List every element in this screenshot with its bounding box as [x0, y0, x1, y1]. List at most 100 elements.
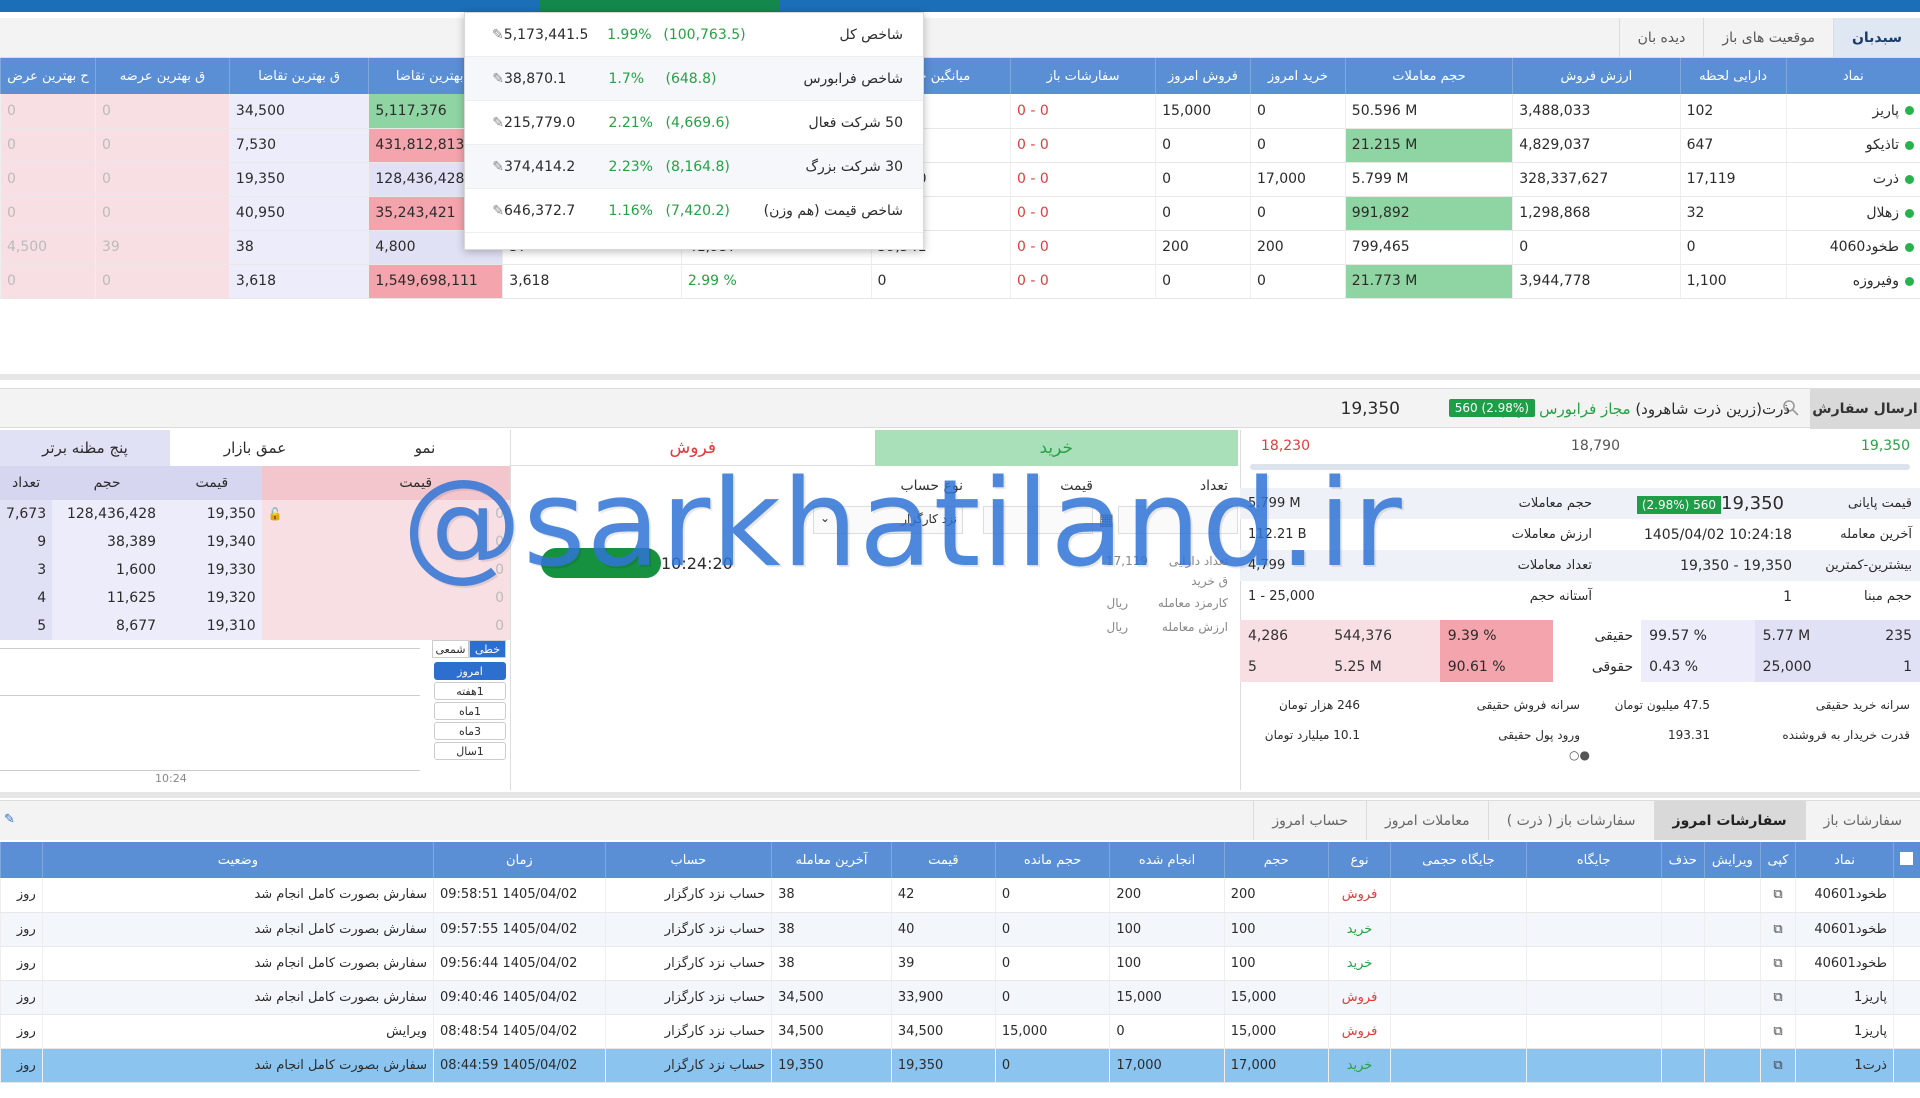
order-row[interactable]: طخود40601 ⧉ خرید 100 100 0 39 38 حساب نزد کارگزا…	[0, 946, 1920, 981]
copy-cell[interactable]: ⧉	[1759, 946, 1796, 981]
row-checkbox[interactable]	[1892, 912, 1920, 947]
line-style-toggle[interactable]: خطی	[469, 640, 506, 658]
pager-dots[interactable]: ●○	[1569, 748, 1590, 762]
portfolio-row[interactable]: پاریز1023,488,03350.596 M015,0000 - 005,…	[0, 94, 1920, 129]
copy-icon[interactable]: ⧉	[1773, 922, 1782, 937]
account-type-select[interactable]: نزد کارگزار ⌄	[813, 506, 963, 534]
symbol-cell[interactable]: طخود4060	[1785, 230, 1920, 265]
col-sell-value[interactable]: ارزش فروش	[1512, 58, 1681, 94]
index-row[interactable]: 30 شرکت بزرگ (8,164.8) 2.23% 374,414.2 ✎	[465, 145, 923, 189]
period-button[interactable]: 1ماه	[434, 702, 506, 720]
tab-send-order[interactable]: ارسال سفارش	[1810, 389, 1920, 429]
tab-watchlist[interactable]: دیده بان	[1618, 18, 1704, 57]
index-row[interactable]: 50 شرکت فعال (4,669.6) 2.21% 215,779.0 ✎	[465, 101, 923, 145]
col-best-bid-price[interactable]: ق بهترین تقاضا	[228, 58, 369, 94]
delete-cell[interactable]	[1660, 912, 1705, 947]
order-book-row[interactable]: 0 19,320 11,625 4	[0, 584, 510, 612]
col-buy-today[interactable]: خرید امروز	[1249, 58, 1346, 94]
tab-top5[interactable]: پنج مظنه برتر	[0, 430, 170, 466]
index-row[interactable]: شاخص قیمت (هم وزن) (7,420.2) 1.16% 646,372.…	[465, 189, 923, 233]
pencil-icon[interactable]: ✎	[485, 115, 504, 131]
period-button[interactable]: 1سال	[434, 742, 506, 760]
col-volume[interactable]: حجم معاملات	[1344, 58, 1513, 94]
symbol-cell[interactable]: تاذیکو	[1785, 128, 1920, 163]
col-symbol[interactable]: نماد	[1785, 58, 1920, 94]
price-input[interactable]	[983, 506, 1093, 534]
col-position[interactable]: جایگاه	[1525, 842, 1662, 878]
order-row[interactable]: طخود40601 ⧉ فروش 200 200 0 42 38 حساب نزد کارگزا…	[0, 878, 1920, 913]
copy-cell[interactable]: ⧉	[1759, 1048, 1796, 1083]
copy-cell[interactable]: ⧉	[1759, 1014, 1796, 1049]
row-checkbox[interactable]	[1892, 1048, 1920, 1083]
select-all-checkbox[interactable]	[1892, 842, 1920, 878]
order-book-row[interactable]: 0 19,340 38,389 9	[0, 528, 510, 556]
edit-cell[interactable]	[1703, 946, 1761, 981]
portfolio-row[interactable]: طخود406000799,4652002000 - 039,54141,957…	[0, 230, 1920, 265]
send-buy-button[interactable]	[541, 548, 661, 578]
portfolio-row[interactable]: تاذیکو6474,829,03721.215 M000 - 00431,81…	[0, 128, 1920, 163]
delete-cell[interactable]	[1660, 878, 1705, 913]
copy-cell[interactable]: ⧉	[1759, 912, 1796, 947]
copy-icon[interactable]: ⧉	[1773, 1024, 1782, 1039]
pencil-icon[interactable]: ✎	[485, 71, 504, 87]
pencil-icon[interactable]: ✎	[485, 27, 504, 43]
row-checkbox[interactable]	[1892, 980, 1920, 1015]
tab-today-orders[interactable]: سفارشات امروز	[1653, 801, 1805, 840]
candle-style-toggle[interactable]: شمعی	[432, 640, 469, 658]
period-button[interactable]: امروز	[434, 662, 506, 680]
order-book-row[interactable]: 0 19,330 1,600 3	[0, 556, 510, 584]
portfolio-row[interactable]: زهلال321,298,868991,892000 - 0035,243,42…	[0, 196, 1920, 231]
order-row[interactable]: پاریز1 ⧉ فروش 15,000 15,000 0 33,900 34,500 حساب…	[0, 980, 1920, 1015]
symbol-cell[interactable]: پاریز	[1785, 94, 1920, 129]
row-checkbox[interactable]	[1892, 1014, 1920, 1049]
copy-cell[interactable]: ⧉	[1759, 980, 1796, 1015]
col-price[interactable]: قیمت	[890, 842, 996, 878]
pencil-icon[interactable]: ✎	[485, 203, 504, 219]
tab-open-orders[interactable]: سفارشات باز	[1804, 801, 1920, 840]
copy-icon[interactable]: ⧉	[1773, 1058, 1782, 1073]
tab-buy[interactable]: خرید	[874, 430, 1238, 466]
col-asset[interactable]: دارایی لحظه	[1679, 58, 1787, 94]
tab-today-account[interactable]: حساب امروز	[1253, 801, 1366, 840]
tab-nomodar[interactable]: نمو	[340, 430, 510, 466]
edit-cell[interactable]	[1703, 980, 1761, 1015]
col-last-trade[interactable]: آخرین معامله	[771, 842, 892, 878]
order-book-row[interactable]: 0 🔓 19,350 128,436,428 7,673	[0, 500, 510, 528]
qty-input[interactable]	[1118, 506, 1238, 534]
edit-cell[interactable]	[1703, 878, 1761, 913]
pencil-icon[interactable]: ✎	[4, 812, 15, 827]
calculator-icon[interactable]: ▦	[1099, 510, 1114, 529]
col-account[interactable]: حساب	[604, 842, 772, 878]
tab-sabadban[interactable]: سبدبان	[1832, 18, 1920, 57]
col-symbol[interactable]: نماد	[1795, 842, 1894, 878]
row-checkbox[interactable]	[1892, 878, 1920, 913]
portfolio-row[interactable]: وفیروزه 1,100 3,944,778 21.773 M000 - 0 0 2.9…	[0, 264, 1920, 299]
order-row[interactable]: پاریز1 ⧉ فروش 15,000 0 15,000 34,500 34,500 حساب…	[0, 1014, 1920, 1049]
col-sell-today[interactable]: فروش امروز	[1155, 58, 1251, 94]
edit-cell[interactable]	[1703, 912, 1761, 947]
edit-cell[interactable]	[1703, 1048, 1761, 1083]
delete-cell[interactable]	[1660, 1014, 1705, 1049]
col-best-ask-vol[interactable]: ح بهترین عرض	[0, 58, 96, 94]
symbol-cell[interactable]: ذرت	[1785, 162, 1920, 197]
index-row[interactable]: شاخص کل (100,763.5) 1.99% 5,173,441.5 ✎	[465, 13, 923, 57]
order-row[interactable]: طخود40601 ⧉ خرید 100 100 0 40 38 حساب نزد کارگزا…	[0, 912, 1920, 947]
col-time[interactable]: زمان	[432, 842, 606, 878]
tab-market-depth[interactable]: عمق بازار	[170, 430, 340, 466]
delete-cell[interactable]	[1660, 980, 1705, 1015]
portfolio-row[interactable]: ذرت 17,119 328,337,627 5.799 M 17,000 0 0 - 01…	[0, 162, 1920, 197]
copy-icon[interactable]: ⧉	[1773, 990, 1782, 1005]
order-book-row[interactable]: 0 19,310 8,677 5	[0, 612, 510, 640]
index-row[interactable]: شاخص فرابورس (648.8) 1.7% 38,870.1 ✎	[465, 57, 923, 101]
tab-sell[interactable]: فروش	[511, 430, 875, 466]
col-type[interactable]: نوع	[1327, 842, 1391, 878]
copy-icon[interactable]: ⧉	[1773, 956, 1782, 971]
col-delete[interactable]: حذف	[1660, 842, 1705, 878]
col-remaining[interactable]: حجم مانده	[994, 842, 1110, 878]
col-best-ask-price[interactable]: ق بهترین عرضه	[95, 58, 230, 94]
delete-cell[interactable]	[1660, 1048, 1705, 1083]
symbol-cell[interactable]: وفیروزه	[1785, 264, 1920, 299]
tab-open-orders-symbol[interactable]: سفارشات باز ( ذرت )	[1487, 801, 1654, 840]
copy-cell[interactable]: ⧉	[1759, 878, 1796, 913]
col-open-orders[interactable]: سفارشات باز	[1010, 58, 1156, 94]
